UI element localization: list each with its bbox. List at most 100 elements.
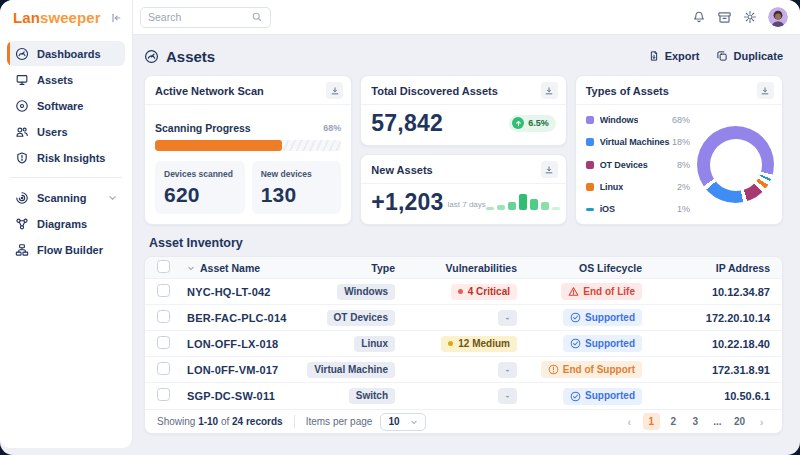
page-title: Assets [166,48,215,65]
trend-up-icon [512,117,524,129]
select-all-checkbox[interactable] [157,260,170,273]
type-badge: Windows [337,284,395,300]
row-checkbox[interactable] [157,362,170,375]
notifications-icon[interactable] [692,10,706,24]
sidebar-item-risk-insights[interactable]: Risk Insights [7,145,125,170]
ip-address: 172.31.8.91 [642,364,770,376]
table-row[interactable]: BER-FAC-PLC-014OT Devices-Supported172.2… [145,305,782,331]
next-page-button[interactable]: › [753,413,770,430]
diagrams-icon [15,217,29,231]
type-badge: Switch [349,388,395,404]
page-button-20[interactable]: 20 [731,413,748,430]
type-badge: Linux [354,336,395,352]
ip-address: 172.20.10.14 [642,312,770,324]
stat-box-new-devices: New devices 130 [252,161,342,214]
new-assets-caption: last 7 days [448,200,486,209]
row-checkbox[interactable] [157,336,170,349]
col-vulnerabilities[interactable]: Vulnerabilities [395,262,517,274]
vulnerability-badge: - [498,388,517,404]
scanning-progress-label: Scanning Progress [155,122,251,134]
ip-address: 10.12.34.87 [642,286,770,298]
settings-icon[interactable] [743,10,757,24]
chevron-down-icon [108,194,117,201]
sidebar-item-assets[interactable]: Assets [7,67,125,92]
col-asset-name[interactable]: Asset Name [200,262,260,274]
stat-value: 130 [261,183,333,207]
duplicate-button[interactable]: Duplicate [716,50,783,62]
stat-label: New devices [261,169,333,179]
prev-page-button[interactable]: ‹ [621,413,638,430]
total-discovered-assets-card: Total Discovered Assets 57,842 6.5% [360,75,566,146]
sidebar-item-software[interactable]: Software [7,93,125,118]
download-icon[interactable] [326,82,343,99]
table-row[interactable]: SGP-DC-SW-011Switch-Supported10.50.6.1 [145,383,782,409]
table-row[interactable]: LON-OFF-LX-018Linux12 MediumSupported10.… [145,331,782,357]
asset-name: SGP-DC-SW-011 [187,390,285,402]
lifecycle-badge: End of Support [541,361,642,378]
page-button-2[interactable]: 2 [665,413,682,430]
bar [552,207,560,210]
lifecycle-badge: Supported [563,335,642,352]
table-row[interactable]: LON-0FF-VM-017Virtual Machine-End of Sup… [145,357,782,383]
total-assets-value: 57,842 [371,110,443,137]
download-icon[interactable] [541,82,558,99]
asset-name: NYC-HQ-LT-042 [187,286,285,298]
lifecycle-icon [570,312,581,323]
severity-dot [458,289,463,294]
page-button-3[interactable]: 3 [687,413,704,430]
export-button[interactable]: Export [648,50,700,62]
pagination-ellipsis[interactable]: ... [709,413,726,430]
page-button-1[interactable]: 1 [643,413,660,430]
col-type[interactable]: Type [285,262,395,274]
card-title: Active Network Scan [155,85,264,97]
sidebar-item-users[interactable]: Users [7,119,125,144]
logo-lan: Lan [13,9,40,26]
legend-color-marker [586,183,594,191]
col-os-lifecycle[interactable]: OS Lifecycle [517,262,642,274]
legend-label: OT Devices [600,160,648,170]
sidebar-item-scanning[interactable]: Scanning [7,185,125,210]
topbar: Search [133,0,800,35]
search-input[interactable]: Search [140,7,271,28]
table-row[interactable]: NYC-HQ-LT-042Windows4 CriticalEnd of Lif… [145,279,782,305]
sidebar-item-dashboards[interactable]: Dashboards [7,41,125,66]
row-checkbox[interactable] [157,310,170,323]
export-icon [648,50,660,62]
sidebar-collapse-icon[interactable] [110,12,122,24]
new-assets-bar-chart [486,194,560,210]
sidebar-item-label: Flow Builder [37,244,103,256]
legend-label: Virtual Machines... [600,137,670,147]
sidebar-item-diagrams[interactable]: Diagrams [7,211,125,236]
download-icon[interactable] [541,161,558,178]
lifecycle-badge: Supported [563,309,642,326]
user-avatar[interactable] [768,7,788,27]
table-footer: Showing 1-10 of 24 records Items per pag… [145,409,782,433]
sort-icon[interactable] [187,265,195,271]
legend-color-marker [586,161,594,169]
logo-sweeper: sweeper [40,9,101,26]
page-size-value: 10 [388,416,399,427]
duplicate-label: Duplicate [733,50,783,62]
sidebar-item-flow-builder[interactable]: Flow Builder [7,237,125,262]
new-assets-value: +1,203 [371,189,443,216]
asset-inventory-title: Asset Inventory [149,236,783,250]
archive-icon[interactable] [717,10,732,25]
card-title: New Assets [371,164,432,176]
row-checkbox[interactable] [157,284,170,297]
divider [294,415,295,428]
items-per-page-label: Items per page [306,416,373,427]
col-ip-address[interactable]: IP Address [642,262,770,274]
asset-name: LON-OFF-LX-018 [187,338,285,350]
page-size-select[interactable]: 10 [380,413,425,431]
search-placeholder: Search [148,11,181,23]
scanning-icon [15,191,29,205]
download-icon[interactable] [757,82,774,99]
legend-item-ot-devices: OT Devices8% [586,160,694,170]
app-window: Assets Export Duplicate Active Network S… [0,0,800,455]
legend-item-ios: iOS1% [586,204,694,214]
sidebar-item-label: Dashboards [37,48,101,60]
bar [541,202,549,210]
row-checkbox[interactable] [157,388,170,401]
legend-item-windows: Windows68% [586,115,694,125]
sidebar-item-label: Assets [37,74,73,86]
